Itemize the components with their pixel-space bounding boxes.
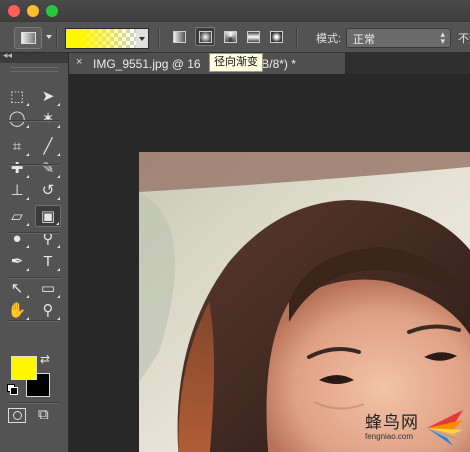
up-down-arrows-icon: ▴ ▾	[440, 29, 445, 46]
tools-panel: ◂◂ ⬚ ➤ ◯ ✶ ⌗ ╱ ✚ ✎ ⊥ ↺ ▱ ▣ ● ⚲ ✒ T ↖ ▭ ✋ ⚲ ⇄ ⧉	[0, 50, 69, 452]
gradient-editor-swatch[interactable]	[65, 28, 137, 49]
divider	[8, 277, 60, 278]
flyout-indicator	[26, 223, 29, 226]
lasso-tool-icon[interactable]: ◯	[4, 107, 30, 129]
dodge-tool-icon[interactable]: ⚲	[35, 227, 61, 249]
watermark-url: fengniao.com	[365, 432, 414, 441]
quick-mask-button[interactable]	[8, 408, 26, 423]
divider	[8, 402, 60, 403]
swap-colors-icon[interactable]: ⇄	[40, 352, 50, 366]
chevron-down-icon	[139, 37, 145, 41]
canvas-workarea[interactable]	[69, 74, 470, 452]
healing-brush-tool-icon[interactable]: ✚	[4, 157, 30, 179]
document-title: IMG_9551.jpg @ 16, RGB/8*) *	[93, 57, 296, 71]
linear-gradient-button[interactable]	[169, 27, 189, 46]
divider	[8, 232, 60, 233]
marquee-tool-icon[interactable]: ⬚	[4, 85, 30, 107]
divider	[158, 27, 159, 47]
magic-wand-tool-icon[interactable]: ✶	[35, 107, 61, 129]
flyout-indicator	[26, 245, 29, 248]
flyout-indicator	[26, 268, 29, 271]
rectangle-tool-icon[interactable]: ▭	[35, 277, 61, 299]
diamond-gradient-button[interactable]	[266, 27, 286, 46]
divider	[56, 27, 57, 47]
reflected-gradient-button[interactable]	[243, 27, 263, 46]
flyout-indicator	[57, 295, 60, 298]
crop-tool-icon[interactable]: ⌗	[4, 135, 30, 157]
mode-select[interactable]: 正常 ▴ ▾	[346, 28, 451, 48]
flyout-indicator	[26, 125, 29, 128]
brush-tool-icon[interactable]: ✎	[35, 157, 61, 179]
flyout-indicator	[57, 175, 60, 178]
document-tab[interactable]: × IMG_9551.jpg @ 16, RGB/8*) *	[69, 53, 346, 74]
chevron-down-icon[interactable]	[46, 35, 52, 39]
type-tool-icon[interactable]: T	[35, 250, 61, 272]
clone-stamp-tool-icon[interactable]: ⊥	[4, 179, 30, 201]
pen-tool-icon[interactable]: ✒	[4, 250, 30, 272]
foreground-color-swatch[interactable]	[11, 356, 37, 380]
path-selection-tool-icon[interactable]: ↖	[4, 277, 30, 299]
flyout-indicator	[56, 222, 59, 225]
radial-gradient-button[interactable]	[195, 27, 215, 46]
move-tool-icon[interactable]: ➤	[35, 85, 61, 107]
tools-panel-header[interactable]: ◂◂	[0, 50, 68, 63]
divider	[8, 320, 60, 321]
eyedropper-tool-icon[interactable]: ╱	[35, 135, 61, 157]
flyout-indicator	[26, 197, 29, 200]
diamond-gradient-icon	[270, 31, 283, 43]
linear-gradient-icon	[173, 31, 186, 43]
default-colors-icon[interactable]	[7, 384, 18, 395]
hand-tool-icon[interactable]: ✋	[4, 299, 30, 321]
options-bar: 模式: 正常 ▴▾ 不透	[0, 22, 470, 53]
flyout-indicator	[57, 245, 60, 248]
flyout-indicator	[26, 103, 29, 106]
flyout-indicator	[57, 153, 60, 156]
screen-mode-icon[interactable]: ⧉	[38, 406, 49, 423]
gradient-tool-icon[interactable]: ▣	[35, 205, 61, 227]
angle-gradient-icon	[224, 31, 237, 43]
zoom-tool-icon[interactable]: ⚲	[35, 299, 61, 321]
watermark-text: 蜂鸟网	[365, 413, 419, 433]
gradient-tool-icon	[21, 32, 36, 44]
window-title-bar	[0, 0, 470, 22]
panel-grip[interactable]	[10, 67, 58, 72]
angle-gradient-button[interactable]	[220, 27, 240, 46]
close-tab-icon[interactable]: ×	[76, 56, 82, 68]
eraser-tool-icon[interactable]: ▱	[4, 205, 30, 227]
divider	[296, 27, 297, 47]
reflected-gradient-icon	[247, 31, 260, 43]
history-brush-tool-icon[interactable]: ↺	[35, 179, 61, 201]
divider	[8, 164, 60, 165]
radial-gradient-tooltip: 径向渐变	[209, 53, 263, 72]
collapse-panel-icon[interactable]: ◂◂	[3, 50, 12, 61]
flyout-indicator	[57, 103, 60, 106]
mode-value: 正常	[353, 34, 375, 46]
blur-tool-icon[interactable]: ●	[4, 227, 30, 249]
flyout-indicator	[57, 197, 60, 200]
tool-preset-picker[interactable]	[14, 27, 42, 49]
flyout-indicator	[57, 268, 60, 271]
flyout-indicator	[57, 125, 60, 128]
radial-gradient-icon	[199, 31, 212, 43]
mode-label: 模式:	[316, 33, 342, 45]
watermark: 蜂鸟网 fengniao.com	[359, 406, 467, 450]
minimize-window-button[interactable]	[27, 5, 39, 17]
opacity-label: 不透	[458, 33, 470, 45]
close-window-button[interactable]	[8, 5, 20, 17]
fengniao-logo-icon	[427, 410, 463, 446]
flyout-indicator	[26, 175, 29, 178]
document-tab-bar: × IMG_9551.jpg @ 16, RGB/8*) *	[69, 53, 470, 74]
flyout-indicator	[26, 153, 29, 156]
flyout-indicator	[26, 295, 29, 298]
quick-mask-icon	[12, 411, 22, 420]
gradient-picker-dropdown[interactable]	[136, 28, 149, 49]
zoom-window-button[interactable]	[46, 5, 58, 17]
divider	[8, 120, 60, 121]
